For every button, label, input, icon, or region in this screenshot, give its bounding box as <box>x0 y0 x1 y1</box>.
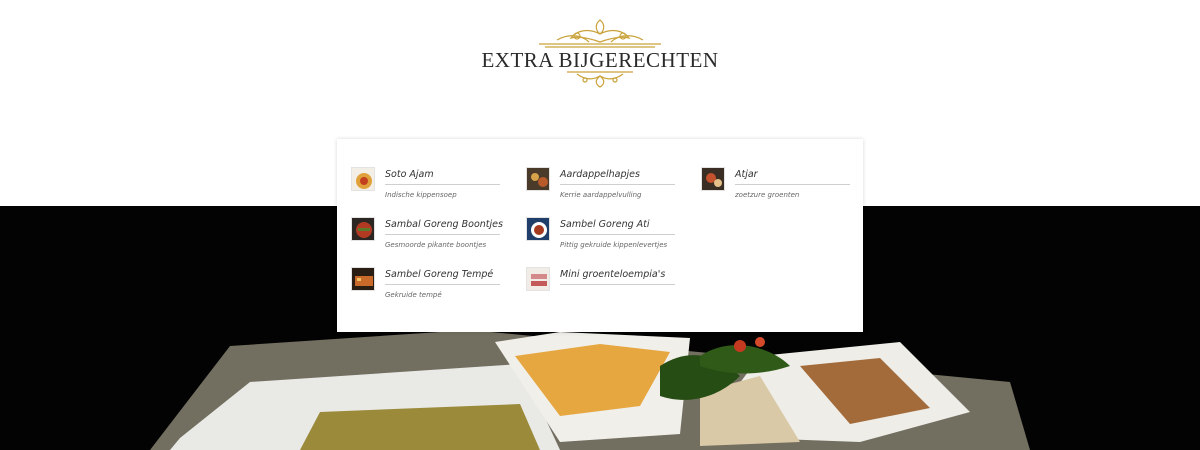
beans-thumbnail-icon <box>351 217 375 241</box>
menu-item-description: Gekruide tempé <box>385 291 442 299</box>
menu-item-description: Gesmoorde pikante boontjes <box>385 241 487 249</box>
menu-item-name: Sambel Goreng Tempé <box>385 269 500 285</box>
menu-item-name: Mini groenteloempia's <box>560 269 675 285</box>
spring-roll-thumbnail-icon <box>526 267 550 291</box>
menu-item-description: Indische kippensoep <box>385 191 457 199</box>
menu-item-mini-groenteloempias[interactable]: Mini groenteloempia's <box>526 267 676 307</box>
menu-item-name: Soto Ajam <box>385 169 500 185</box>
menu-item-sambel-goreng-ati[interactable]: Sambel Goreng Ati Pittig gekruide kippen… <box>526 217 676 257</box>
liver-thumbnail-icon <box>526 217 550 241</box>
menu-item-description: zoetzure groenten <box>735 191 800 199</box>
menu-item-name: Atjar <box>735 169 850 185</box>
menu-item-name: Sambal Goreng Boontjes <box>385 219 503 235</box>
menu-item-description: Kerrie aardappelvulling <box>560 191 642 199</box>
menu-item-sambel-goreng-tempe[interactable]: Sambel Goreng Tempé Gekruide tempé <box>351 267 501 307</box>
menu-item-aardappelhapjes[interactable]: Aardappelhapjes Kerrie aardappelvulling <box>526 167 676 207</box>
menu-item-atjar[interactable]: Atjar zoetzure groenten <box>701 167 851 207</box>
tempeh-thumbnail-icon <box>351 267 375 291</box>
menu-item-soto-ajam[interactable]: Soto Ajam Indische kippensoep <box>351 167 501 207</box>
menu-card: Soto Ajam Indische kippensoep Aardappelh… <box>337 139 863 332</box>
snack-thumbnail-icon <box>526 167 550 191</box>
pickles-thumbnail-icon <box>701 167 725 191</box>
menu-item-sambal-goreng-boontjes[interactable]: Sambal Goreng Boontjes Gesmoorde pikante… <box>351 217 503 257</box>
page-title: EXTRA BIJGERECHTEN <box>481 48 719 72</box>
menu-item-description: Pittig gekruide kippenlevertjes <box>560 241 668 249</box>
menu-item-name: Aardappelhapjes <box>560 169 675 185</box>
soup-thumbnail-icon <box>351 167 375 191</box>
menu-item-name: Sambel Goreng Ati <box>560 219 675 235</box>
